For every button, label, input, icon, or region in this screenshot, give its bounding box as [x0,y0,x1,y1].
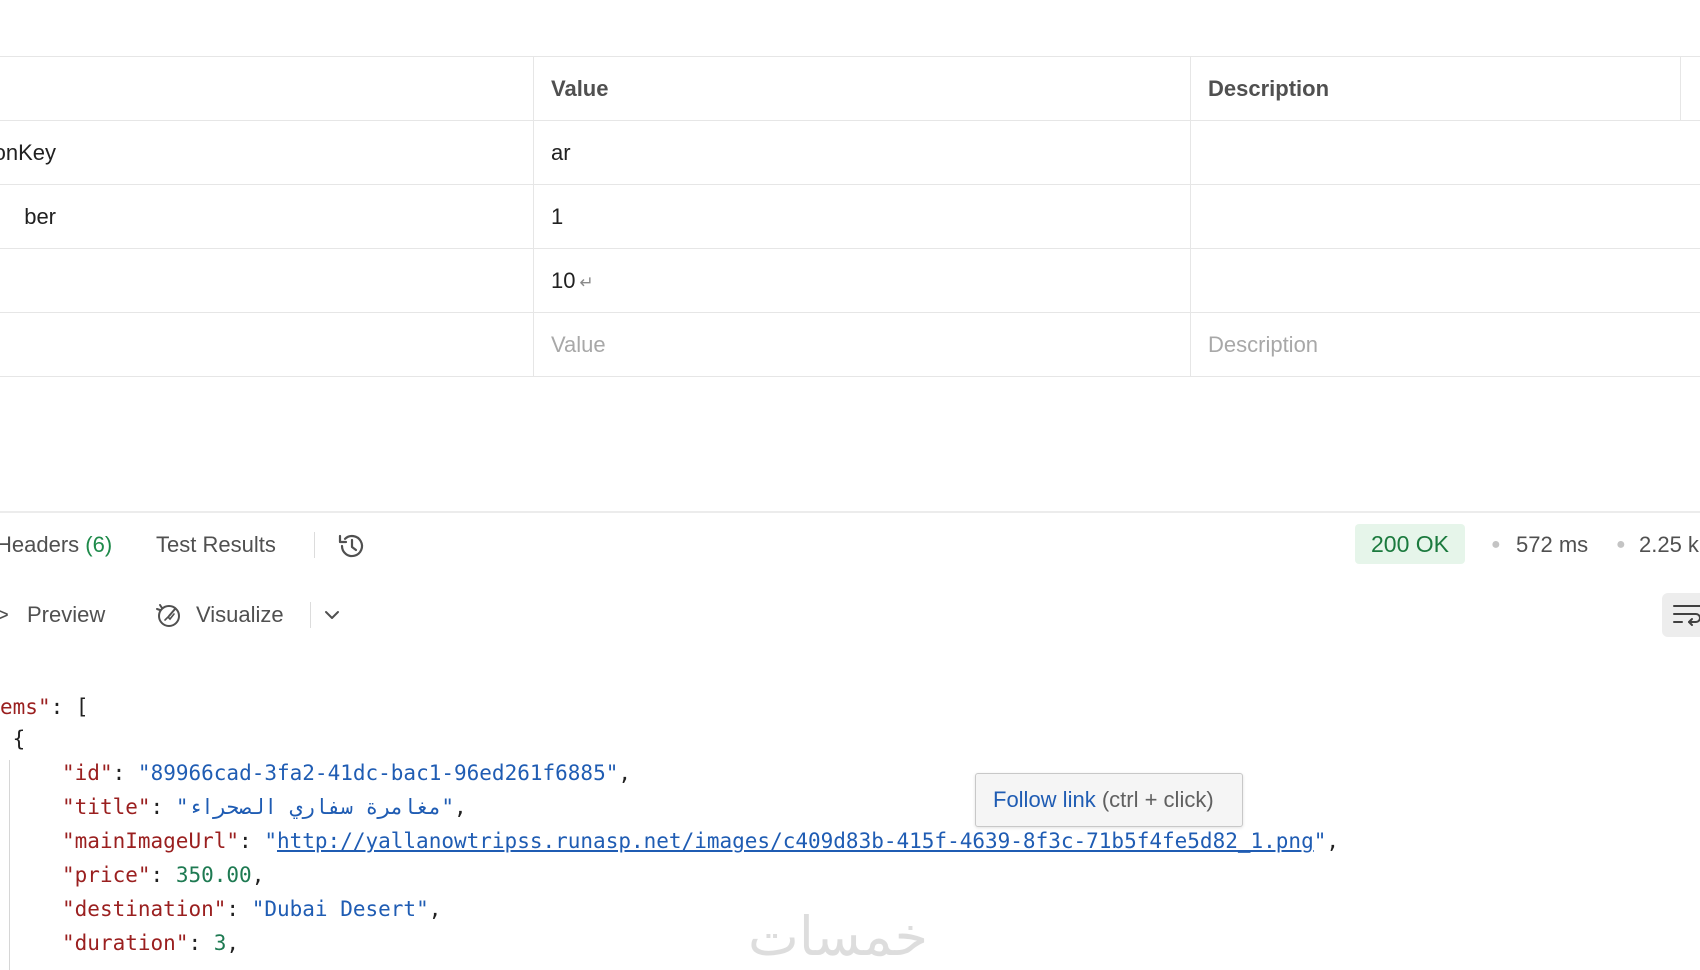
param-key-cell[interactable]: onKey [0,121,532,184]
param-value-text: 10 [551,268,576,293]
tab-test-results[interactable]: Test Results [156,520,276,570]
separator-dot: ● [1491,536,1501,553]
code-line: "title": "مغامرة سفاري الصحراء", [62,795,467,819]
history-icon[interactable] [336,530,368,562]
status-badge[interactable]: 200 OK [1355,524,1465,564]
separator [314,532,315,558]
param-value-cell[interactable]: 10 ↵ [533,249,1189,312]
param-value-cell[interactable]: ar [533,121,1189,184]
table-row[interactable]: 10 ↵ [0,249,1700,313]
follow-link-text[interactable]: Follow link [993,787,1096,812]
visualize-icon [156,604,180,627]
image-url-link[interactable]: http://yallanowtripss.runasp.net/images/… [277,829,1314,853]
indent-guide [9,760,10,970]
param-description-cell[interactable] [1190,249,1680,312]
code-line: "duration": 3, [62,931,240,955]
visualize-button[interactable]: Visualize [196,590,284,640]
wrap-lines-button[interactable] [1662,593,1700,637]
code-line: "price": 350.00, [62,863,265,887]
code-line: "mainImageUrl": "http://yallanowtripss.r… [62,829,1340,853]
table-row[interactable]: onKey ar [0,121,1700,185]
response-size[interactable]: 2.25 k [1639,520,1699,570]
table-row[interactable]: ber 1 [0,185,1700,249]
code-line: ems": [ [0,695,89,719]
headers-count: (6) [85,532,113,557]
table-header-row: Value Description [0,56,1700,121]
response-time[interactable]: 572 ms [1516,520,1588,570]
separator-dot: ● [1616,536,1626,553]
header-description: Description [1190,57,1680,120]
table-row-new[interactable]: Value Description [0,313,1700,377]
follow-link-tooltip: Follow link (ctrl + click) [975,773,1243,827]
chevron-down-icon[interactable] [323,606,341,624]
param-value-cell[interactable]: 1 [533,185,1189,248]
return-icon: ↵ [579,273,594,292]
param-description-cell[interactable] [1190,121,1680,184]
code-line: { [0,727,26,751]
separator [310,602,311,628]
value-placeholder[interactable]: Value [533,313,1189,376]
param-key-cell[interactable] [0,249,532,312]
param-key-cell[interactable] [0,313,532,376]
pane-divider[interactable] [0,511,1700,513]
chevron-right-icon: > [0,602,9,627]
response-tabs-bar: Headers (6) Test Results 200 OK ● 572 ms… [0,520,1700,570]
description-placeholder[interactable]: Description [1190,313,1680,376]
watermark-logo: خمسات [748,905,929,968]
follow-link-hint: (ctrl + click) [1101,787,1214,812]
header-key [0,57,532,120]
body-view-bar: > Preview Visualize [0,590,1700,640]
param-key-cell[interactable]: ber [0,185,532,248]
wrap-lines-icon [1673,605,1700,626]
param-description-cell[interactable] [1190,185,1680,248]
query-params-table: Value Description onKey ar ber 1 10↵ Val… [0,56,1700,377]
code-line: "destination": "Dubai Desert", [62,897,442,921]
tab-headers[interactable]: Headers (6) [0,520,112,570]
preview-button[interactable]: Preview [27,590,105,640]
header-value: Value [533,57,1189,120]
column-resize-handle[interactable] [1680,57,1700,120]
code-line: "id": "89966cad-3fa2-41dc-bac1-96ed261f6… [62,761,632,785]
